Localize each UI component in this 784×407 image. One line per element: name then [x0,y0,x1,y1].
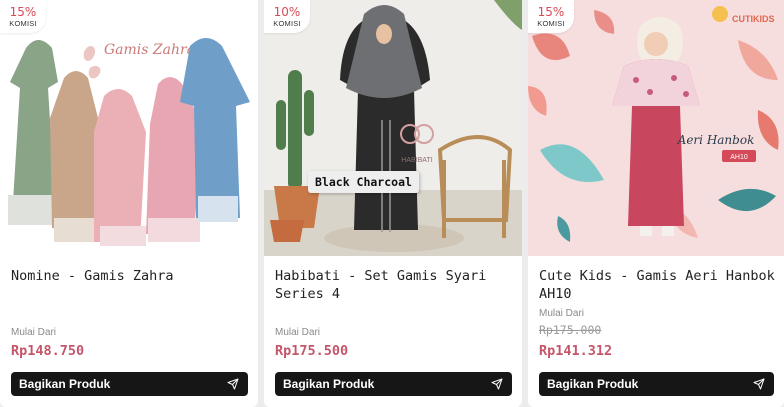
product-card[interactable]: Gamis Zahra 15% KOMISI Nomine - Gamis Za… [0,0,258,407]
commission-percent: 15% [537,4,565,19]
original-price: Rp175.000 [539,323,602,337]
product-image[interactable]: HABIBATI Black Charcoal [264,0,522,256]
send-icon [753,378,765,390]
product-name-overlay: Aeri Hanbok [677,133,755,147]
commission-percent: 10% [273,4,301,19]
send-icon [491,378,503,390]
product-card[interactable]: CUTIKIDS Aeri Hanbok AH10 15% KOMISI Cut… [528,0,784,407]
product-photo-illustration: CUTIKIDS Aeri Hanbok AH10 [528,0,784,256]
price-from-label: Mulai Dari [11,327,57,338]
product-price: Rp148.750 [11,343,85,359]
price-from-label: Mulai Dari [275,327,321,338]
brand-watermark-text: CUTIKIDS [732,14,775,24]
product-title[interactable]: Cute Kids - Gamis Aeri Hanbok AH10 [539,267,776,303]
product-price: Rp175.500 [275,343,349,359]
commission-label: KOMISI [9,18,37,28]
product-photo-illustration: HABIBATI [264,0,522,256]
product-price: Rp141.312 [539,343,613,359]
color-variant-tag: Black Charcoal [308,171,419,193]
share-button-label: Bagikan Produk [547,377,639,391]
commission-badge: 15% KOMISI [528,0,574,33]
send-icon [227,378,239,390]
share-product-button[interactable]: Bagikan Produk [275,372,512,396]
share-button-label: Bagikan Produk [19,377,111,391]
product-card[interactable]: HABIBATI Black Charcoal 10% KOMISI Habib… [264,0,522,407]
product-photo-illustration: Gamis Zahra [0,0,258,256]
product-code-overlay: AH10 [730,154,748,161]
brand-watermark-text: Gamis Zahra [104,42,195,58]
share-button-label: Bagikan Produk [283,377,375,391]
product-title[interactable]: Nomine - Gamis Zahra [11,267,250,285]
price-from-label: Mulai Dari [539,308,585,319]
commission-label: KOMISI [273,18,301,28]
commission-badge: 15% KOMISI [0,0,46,33]
product-image[interactable]: Gamis Zahra [0,0,258,256]
share-product-button[interactable]: Bagikan Produk [539,372,774,396]
product-image[interactable]: CUTIKIDS Aeri Hanbok AH10 [528,0,784,256]
share-product-button[interactable]: Bagikan Produk [11,372,248,396]
commission-percent: 15% [9,4,37,19]
commission-label: KOMISI [537,18,565,28]
brand-watermark-text: HABIBATI [401,157,432,164]
product-grid: Gamis Zahra 15% KOMISI Nomine - Gamis Za… [0,0,784,407]
commission-badge: 10% KOMISI [264,0,310,33]
product-title[interactable]: Habibati - Set Gamis Syari Series 4 [275,267,514,303]
